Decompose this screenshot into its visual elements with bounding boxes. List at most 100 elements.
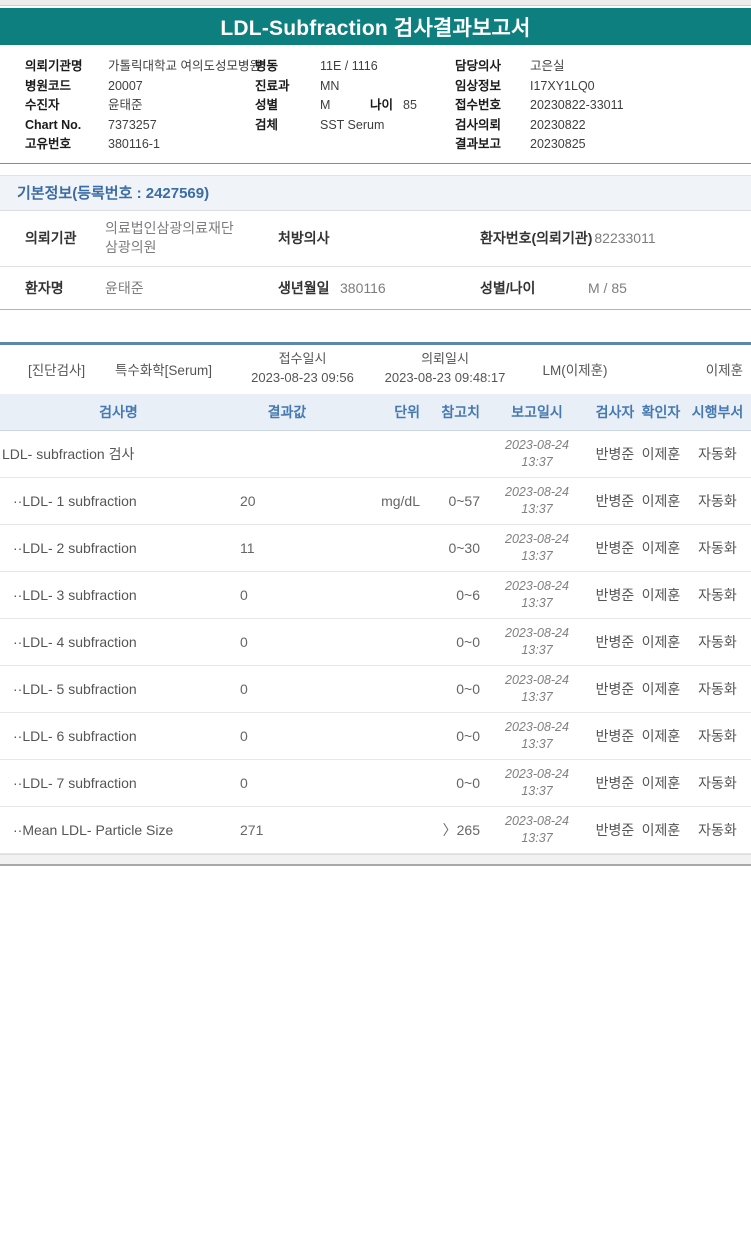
field-label-department: 진료과: [255, 78, 290, 93]
confirmer-name: 이제훈: [641, 633, 681, 650]
result-row: ··Mean LDL- Particle Size 271 〉265 2023-…: [0, 807, 751, 854]
field-value-result-report-date: 20230825: [530, 137, 586, 151]
field-label-specimen: 검체: [255, 117, 279, 132]
report-datetime: 2023-08-24 13:37: [505, 672, 569, 704]
label-sex-age: 성별/나이: [480, 279, 536, 296]
report-datetime: 2023-08-24 13:37: [505, 531, 569, 563]
field-label-physician: 담당의사: [455, 59, 502, 73]
test-name: LDL- subfraction 검사: [2, 445, 135, 462]
col-reference: 참고치: [441, 403, 480, 420]
field-value-ward: 11E / 1116: [320, 59, 378, 73]
test-name: ··LDL- 5 subfraction: [13, 680, 137, 697]
reporter-name: 이제훈: [705, 363, 743, 378]
tester-name: 반병준: [595, 539, 635, 556]
request-label: 의뢰일시: [421, 351, 469, 367]
col-confirmer: 확인자: [641, 403, 681, 420]
tester-name: 반병준: [595, 727, 635, 744]
field-value-physician: 고은실: [530, 59, 565, 73]
results-table-header: 검사명 결과값 단위 참고치 보고일시 검사자 확인자 시행부서: [0, 393, 751, 431]
report-page: LDL-Subfraction 검사결과보고서 의뢰기관명 가톨릭대학교 여의도…: [0, 0, 751, 866]
field-value-age: 85: [403, 98, 417, 112]
basic-info-row: 의뢰기관 의료법인삼광의료재단삼광의원 처방의사 환자번호(의뢰기관) 8223…: [0, 211, 751, 267]
confirmer-name: 이제훈: [641, 727, 681, 744]
tester-name: 반병준: [595, 633, 635, 650]
reference-range: 0~0: [456, 633, 480, 650]
reference-range: 〉265: [442, 821, 480, 838]
tester-name: 반병준: [595, 445, 635, 462]
top-strip: [0, 0, 751, 6]
field-label-hospital-code: 병원코드: [25, 78, 72, 93]
field-label-chart-no: Chart No.: [25, 117, 82, 132]
test-name: ··LDL- 7 subfraction: [13, 774, 137, 791]
report-datetime: 2023-08-24 13:37: [505, 719, 569, 751]
result-value: 11: [240, 539, 255, 556]
col-department: 시행부서: [691, 403, 744, 420]
result-value: 0: [240, 680, 248, 697]
label-birth-date: 생년월일: [278, 279, 330, 296]
receipt-label: 접수일시: [278, 351, 327, 367]
field-label-ward: 병동: [255, 59, 279, 73]
col-report-datetime: 보고일시: [511, 403, 563, 420]
result-row: ··LDL- 3 subfraction 0 0~6 2023-08-24 13:…: [0, 572, 751, 619]
confirmer-name: 이제훈: [641, 445, 681, 462]
field-value-specimen: SST Serum: [320, 117, 385, 132]
tester-name: 반병준: [595, 586, 635, 603]
result-row: ··LDL- 2 subfraction 11 0~30 2023-08-24 1…: [0, 525, 751, 572]
result-value: 271: [240, 821, 264, 838]
confirmer-name: 이제훈: [641, 774, 681, 791]
confirmer-name: 이제훈: [641, 680, 681, 697]
confirmer-name: 이제훈: [641, 539, 681, 556]
field-label-clinical-info: 임상정보: [455, 78, 502, 93]
result-value: 0: [240, 774, 248, 791]
receipt-datetime-block: 접수일시 2023-08-23 09:56: [240, 350, 365, 388]
field-label-unique-no: 고유번호: [25, 137, 72, 151]
patient-header-row: 병원코드 20007 진료과 MN 임상정보 I17XY1LQ0: [25, 77, 751, 97]
result-value: 20: [240, 492, 256, 509]
confirmer-name: 이제훈: [641, 821, 681, 838]
field-value-chart-no: 7373257: [108, 117, 157, 132]
performing-dept: 자동화: [698, 821, 737, 838]
label-patient-number: 환자번호(의뢰기관): [480, 230, 593, 246]
result-value: 0: [240, 727, 248, 744]
performing-dept: 자동화: [698, 445, 737, 462]
field-value-hospital-code: 20007: [108, 78, 143, 93]
result-value: 0: [240, 586, 248, 603]
result-row: ··LDL- 1 subfraction 20 mg/dL 0~57 2023-…: [0, 478, 751, 525]
performing-dept: 자동화: [698, 633, 737, 650]
report-datetime: 2023-08-24 13:37: [505, 437, 569, 469]
label-ordering-institution: 의뢰기관: [25, 230, 77, 246]
label-prescribing-doctor: 처방의사: [278, 230, 330, 246]
col-unit: 단위: [394, 403, 420, 420]
confirmer-name: 이제훈: [641, 586, 681, 603]
report-datetime: 2023-08-24 13:37: [505, 578, 569, 610]
field-value-institution: 가톨릭대학교 여의도성모병원: [108, 59, 261, 73]
confirmer-name: 이제훈: [641, 492, 681, 509]
field-label-test-request-date: 검사의뢰: [455, 117, 502, 132]
tester-name: 반병준: [595, 680, 635, 697]
receipt-datetime: 2023-08-23 09:56: [251, 370, 354, 385]
tester-name: 반병준: [595, 492, 635, 509]
result-row: ··LDL- 4 subfraction 0 0~0 2023-08-24 13:…: [0, 619, 751, 666]
order-info-bar: [진단검사] 특수화학[Serum] 접수일시 2023-08-23 09:56…: [0, 341, 751, 394]
reference-range: 0~0: [456, 774, 480, 791]
field-value-unique-no: 380116-1: [108, 137, 160, 151]
result-row: ··LDL- 7 subfraction 0 0~0 2023-08-24 13:…: [0, 760, 751, 807]
basic-info-section-title: 기본정보(등록번호 : 2427569): [17, 185, 210, 202]
report-datetime: 2023-08-24 13:37: [505, 625, 569, 657]
reference-range: 0~0: [456, 680, 480, 697]
performing-dept: 자동화: [698, 492, 737, 509]
value-birth-date: 380116: [340, 279, 386, 296]
order-test-group: 특수화학[Serum]: [115, 363, 212, 378]
page-title: LDL-Subfraction 검사결과보고서: [220, 16, 531, 40]
result-value: 0: [240, 633, 248, 650]
performing-dept: 자동화: [698, 774, 737, 791]
result-row: LDL- subfraction 검사 2023-08-24 13:37 반병준 …: [0, 431, 751, 478]
field-label-sex: 성별: [255, 98, 279, 112]
order-category: [진단검사]: [28, 363, 86, 378]
performing-dept: 자동화: [698, 539, 737, 556]
test-name: ··LDL- 6 subfraction: [13, 727, 137, 744]
patient-header-row: Chart No. 7373257 검체 SST Serum 검사의뢰 2023…: [25, 116, 751, 136]
performing-dept: 자동화: [698, 680, 737, 697]
field-value-patient: 윤태준: [108, 98, 143, 112]
patient-header-row: 수진자 윤태준 성별 M 나이 85 접수번호 20230822-33011: [25, 96, 751, 116]
